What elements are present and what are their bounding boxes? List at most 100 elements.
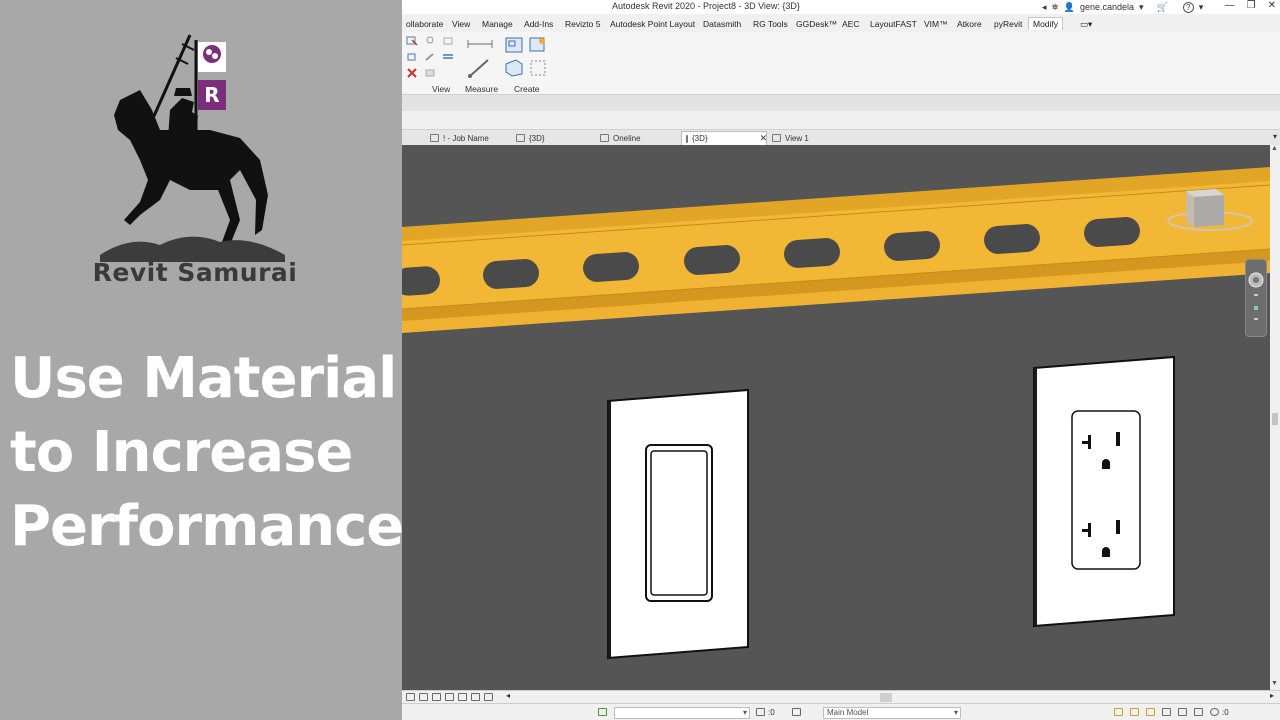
design-option-field[interactable]: ▾ <box>614 707 750 719</box>
strut-channel[interactable] <box>402 167 1270 333</box>
select-icon[interactable] <box>406 36 418 46</box>
show-crop-icon[interactable] <box>458 693 467 701</box>
hide-element-icon[interactable] <box>442 36 454 46</box>
headline-line-3: Performance <box>10 494 402 559</box>
view-tab-3d-active[interactable]: {3D} ✕ <box>681 131 767 145</box>
light-bulb-icon[interactable] <box>424 36 436 46</box>
scroll-up-icon[interactable]: ▲ <box>1271 145 1278 152</box>
caret-left-icon[interactable]: ◂ <box>1042 2 1047 13</box>
background-process-icon[interactable] <box>1194 708 1203 716</box>
promo-panel: R Revit Samurai Use Material to Increase… <box>0 0 402 720</box>
tab-datasmith[interactable]: Datasmith <box>699 18 745 30</box>
group-label-measure: Measure <box>465 84 499 94</box>
scroll-down-icon[interactable]: ▼ <box>1271 680 1278 687</box>
3d-scene <box>402 167 1270 660</box>
vertical-scrollbar[interactable]: ▲ ▼ <box>1270 145 1280 690</box>
pin-icon[interactable] <box>406 52 418 62</box>
view-tab-3d-default[interactable]: {3D} <box>512 131 549 145</box>
chevron-down-icon[interactable]: ▾ <box>1139 2 1144 13</box>
temp-hide-icon[interactable] <box>484 693 493 701</box>
create-parts-icon[interactable] <box>528 36 548 54</box>
flag-letter: R <box>204 83 219 107</box>
view-tab-oneline[interactable]: Oneline <box>596 131 645 145</box>
view-tab-job-name[interactable]: ! - Job Name <box>426 131 493 145</box>
measure-icon[interactable] <box>466 58 494 78</box>
scroll-thumb[interactable] <box>1272 413 1278 425</box>
steering-wheel-icon[interactable] <box>1246 260 1266 336</box>
user-name[interactable]: gene.candela <box>1080 2 1134 12</box>
filter-icon[interactable] <box>756 708 765 716</box>
workset-field[interactable]: Main Model ▾ <box>823 707 961 719</box>
light-switch-plate[interactable] <box>607 388 749 660</box>
crop-view-icon[interactable] <box>445 693 454 701</box>
horizontal-scroll-thumb[interactable] <box>880 693 892 702</box>
tab-menu-icon[interactable]: ▾ <box>1273 132 1277 141</box>
create-assembly-icon[interactable] <box>504 36 524 54</box>
tab-vim[interactable]: VIM™ <box>920 18 952 30</box>
linework-icon[interactable] <box>442 52 454 62</box>
ribbon-options-icon[interactable]: ▭▾ <box>1076 18 1096 31</box>
duplex-receptacle-plate[interactable] <box>1033 355 1175 628</box>
navigation-bar[interactable] <box>1245 259 1267 337</box>
close-button[interactable]: ✕ <box>1268 0 1276 11</box>
group-label-view: View <box>432 84 451 94</box>
revit-window: Autodesk Revit 2020 - Project8 - 3D View… <box>402 0 1280 720</box>
help-icon[interactable]: ? <box>1182 1 1194 13</box>
headline: Use Material to Increase Performance <box>10 342 402 564</box>
create-group-icon[interactable] <box>504 58 524 78</box>
select-by-face-icon[interactable] <box>1162 708 1171 716</box>
tab-rg-tools[interactable]: RG Tools <box>749 18 792 30</box>
title-bar-tools: ◂ ⛯ 👤 gene.candela ▾ 🛒 ? ▾ <box>1042 0 1203 14</box>
group-label-create: Create <box>514 84 540 94</box>
scroll-left-icon[interactable]: ◂ <box>506 691 510 700</box>
scroll-right-icon[interactable]: ▸ <box>1270 691 1274 700</box>
3d-viewport[interactable] <box>402 145 1270 690</box>
cart-icon[interactable]: 🛒 <box>1157 2 1168 13</box>
tab-manage[interactable]: Manage <box>478 18 517 30</box>
filter-funnel-icon[interactable] <box>1210 708 1219 716</box>
chevron-down-icon: ▾ <box>953 708 958 717</box>
viewcube[interactable] <box>1164 185 1254 241</box>
select-pinned-icon[interactable] <box>1146 708 1155 716</box>
tab-pyrevit[interactable]: pyRevit <box>990 18 1026 30</box>
paint-icon[interactable] <box>424 52 436 62</box>
tab-layoutfast[interactable]: LayoutFAST <box>866 18 921 30</box>
view-tab-view-1[interactable]: View 1 <box>768 131 813 145</box>
binoculars-icon[interactable]: ⛯ <box>1052 2 1059 13</box>
close-icon[interactable]: ✕ <box>760 133 768 144</box>
tab-ggdesk[interactable]: GGDesk™ <box>792 18 841 30</box>
samurai-horse-logo: R <box>100 34 285 262</box>
chevron-down-icon[interactable]: ▾ <box>1199 2 1204 13</box>
tab-collaborate[interactable]: ollaborate <box>402 18 447 30</box>
aligned-dimension-icon[interactable] <box>466 38 494 50</box>
drag-elements-icon[interactable] <box>1178 708 1187 716</box>
tab-aec[interactable]: AEC <box>838 18 863 30</box>
tab-view[interactable]: View <box>448 18 474 30</box>
ribbon-tabs: ollaborate View Manage Add-Ins Revizto 5… <box>402 16 1280 32</box>
window-title: Autodesk Revit 2020 - Project8 - 3D View… <box>612 1 800 11</box>
tab-modify[interactable]: Modify <box>1028 17 1064 30</box>
sheet-icon <box>430 134 439 142</box>
minimize-button[interactable]: — <box>1225 0 1235 11</box>
delete-icon[interactable] <box>406 68 418 78</box>
window-controls: — ❐ ✕ <box>1225 0 1276 11</box>
tab-add-ins[interactable]: Add-Ins <box>520 18 557 30</box>
workset-icon[interactable] <box>598 708 607 716</box>
shadows-icon[interactable] <box>432 693 441 701</box>
visual-style-icon[interactable] <box>406 693 415 701</box>
create-similar-icon[interactable] <box>528 58 548 78</box>
override-icon[interactable] <box>424 68 436 78</box>
tab-revizto[interactable]: Revizto 5 <box>561 18 604 30</box>
title-bar: Autodesk Revit 2020 - Project8 - 3D View… <box>402 0 1280 14</box>
sun-path-icon[interactable] <box>419 693 428 701</box>
select-underlay-icon[interactable] <box>1130 708 1139 716</box>
tab-atkore[interactable]: Atkore <box>953 18 986 30</box>
restore-button[interactable]: ❐ <box>1247 0 1256 11</box>
lock-view-icon[interactable] <box>471 693 480 701</box>
ribbon-footer <box>402 95 1280 111</box>
view-tabs: ! - Job Name {3D} Oneline {3D} ✕ View 1 ▾ <box>402 129 1280 145</box>
tab-point-layout[interactable]: Autodesk Point Layout <box>606 18 699 30</box>
editable-only-icon[interactable] <box>792 708 801 716</box>
select-links-icon[interactable] <box>1114 708 1123 716</box>
cube-icon <box>516 134 525 142</box>
